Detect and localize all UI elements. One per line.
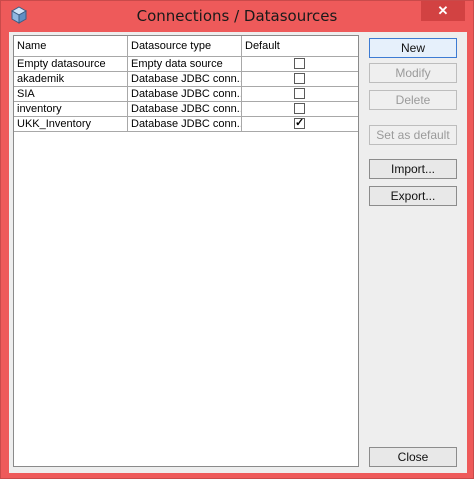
row-type: Database JDBC conn...	[128, 72, 242, 86]
dialog-body: Name Datasource type Default Empty datas…	[9, 32, 467, 473]
export-button[interactable]: Export...	[369, 186, 457, 206]
default-checkbox[interactable]	[294, 73, 305, 84]
new-button[interactable]: New	[369, 38, 457, 58]
table-row[interactable]: UKK_Inventory Database JDBC conn... ✓	[14, 117, 358, 132]
default-checkbox[interactable]	[294, 103, 305, 114]
row-name: akademik	[14, 72, 128, 86]
datasource-table[interactable]: Name Datasource type Default Empty datas…	[13, 35, 359, 467]
column-header-name[interactable]: Name	[14, 36, 128, 56]
import-button[interactable]: Import...	[369, 159, 457, 179]
set-as-default-button[interactable]: Set as default	[369, 125, 457, 145]
row-type: Database JDBC conn...	[128, 102, 242, 116]
default-checkbox[interactable]	[294, 58, 305, 69]
table-row[interactable]: inventory Database JDBC conn...	[14, 102, 358, 117]
close-button[interactable]: Close	[369, 447, 457, 467]
default-checkbox-checked[interactable]: ✓	[294, 118, 305, 129]
row-name: inventory	[14, 102, 128, 116]
column-header-type[interactable]: Datasource type	[128, 36, 242, 56]
table-header: Name Datasource type Default	[14, 36, 358, 57]
default-checkbox[interactable]	[294, 88, 305, 99]
row-name: SIA	[14, 87, 128, 101]
row-type: Empty data source	[128, 57, 242, 71]
delete-button[interactable]: Delete	[369, 90, 457, 110]
connections-dialog: Connections / Datasources ✕ Name Datasou…	[0, 0, 474, 479]
row-type: Database JDBC conn...	[128, 117, 242, 131]
table-row[interactable]: Empty datasource Empty data source	[14, 57, 358, 72]
table-row[interactable]: akademik Database JDBC conn...	[14, 72, 358, 87]
close-icon[interactable]: ✕	[421, 1, 465, 21]
title-bar[interactable]: Connections / Datasources ✕	[1, 1, 473, 31]
row-name: UKK_Inventory	[14, 117, 128, 131]
column-header-default[interactable]: Default	[242, 36, 358, 56]
row-type: Database JDBC conn...	[128, 87, 242, 101]
modify-button[interactable]: Modify	[369, 63, 457, 83]
table-row[interactable]: SIA Database JDBC conn...	[14, 87, 358, 102]
row-name: Empty datasource	[14, 57, 128, 71]
dialog-title: Connections / Datasources	[136, 7, 338, 25]
